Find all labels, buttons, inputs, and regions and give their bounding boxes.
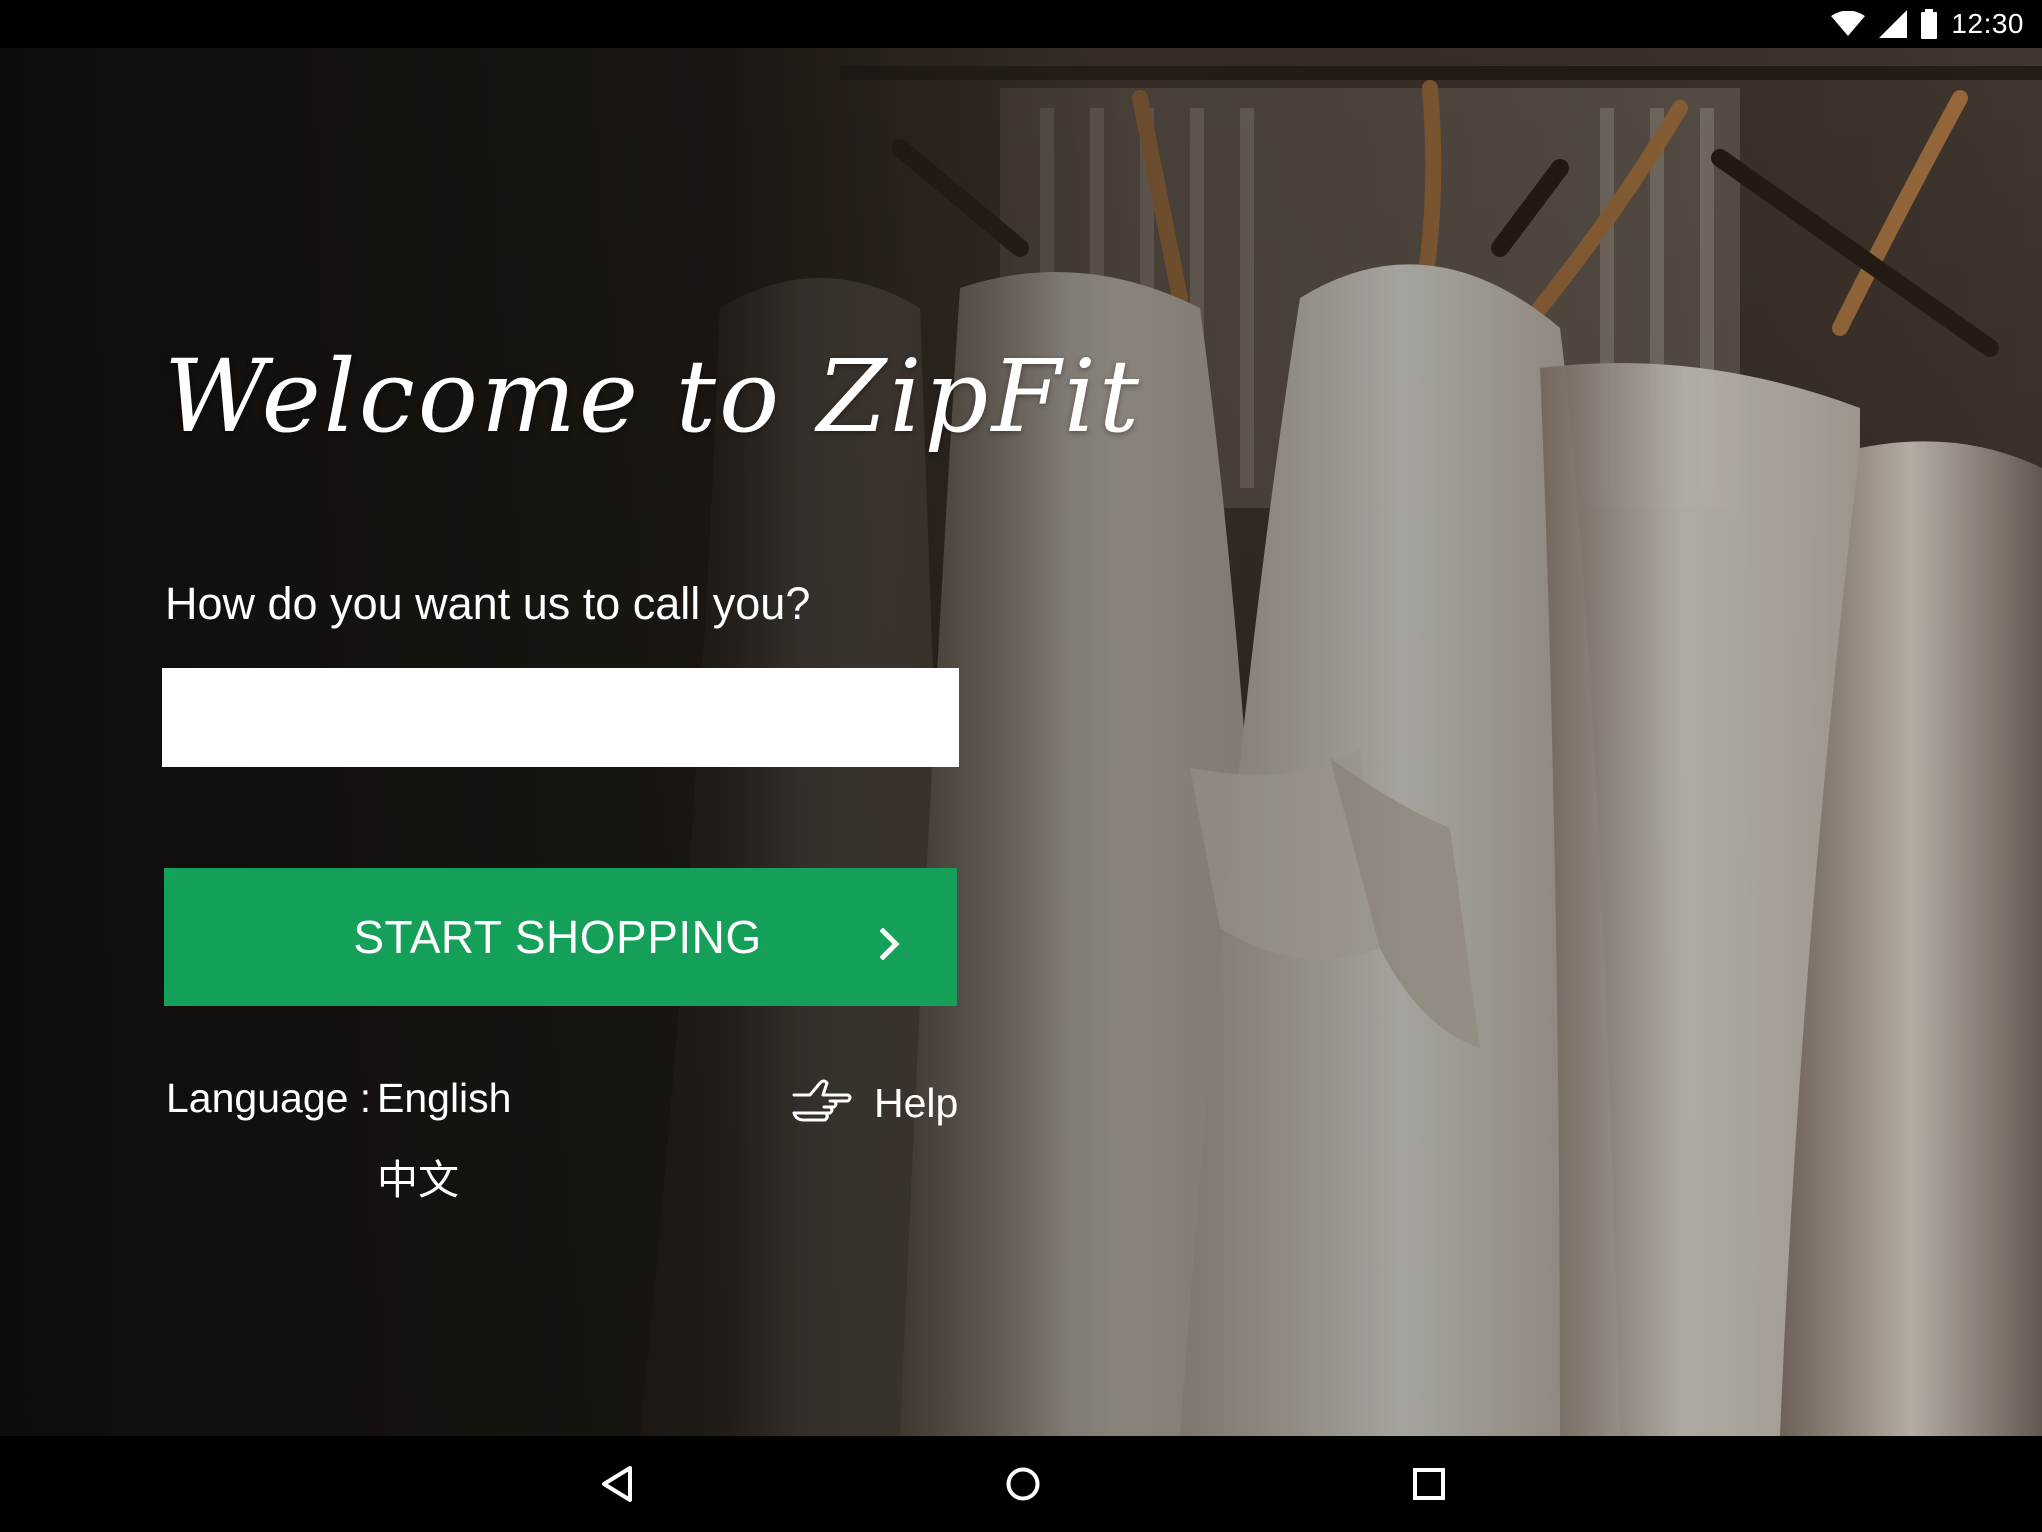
chevron-right-icon — [880, 928, 900, 960]
start-shopping-button[interactable]: START SHOPPING — [164, 868, 957, 1006]
signal-icon — [1879, 10, 1908, 38]
back-icon — [602, 1466, 632, 1502]
name-prompt: How do you want us to call you? — [165, 578, 811, 629]
help-link[interactable]: Help — [790, 1074, 958, 1132]
navigation-bar — [0, 1436, 2042, 1532]
language-option-chinese[interactable]: 中文 — [377, 1146, 459, 1206]
wifi-icon — [1831, 11, 1866, 36]
status-icons: 12:30 — [1831, 0, 2024, 48]
name-input[interactable] — [162, 668, 959, 767]
back-button[interactable] — [569, 1436, 665, 1532]
status-bar: 12:30 — [0, 0, 2042, 48]
status-time: 12:30 — [1951, 8, 2024, 39]
recents-button[interactable] — [1381, 1436, 1477, 1532]
battery-icon — [1921, 9, 1938, 39]
help-label: Help — [874, 1079, 959, 1126]
home-icon — [1006, 1467, 1040, 1501]
language-label: Language : — [166, 1075, 372, 1121]
start-shopping-label: START SHOPPING — [353, 911, 762, 963]
pointing-hand-icon — [792, 1079, 852, 1122]
recents-icon — [1413, 1468, 1445, 1500]
language-option-english[interactable]: English — [377, 1075, 511, 1122]
home-button[interactable] — [975, 1436, 1071, 1532]
welcome-screen: Welcome to ZipFit How do you want us to … — [0, 48, 2042, 1436]
welcome-title: Welcome to ZipFit — [164, 338, 1143, 455]
